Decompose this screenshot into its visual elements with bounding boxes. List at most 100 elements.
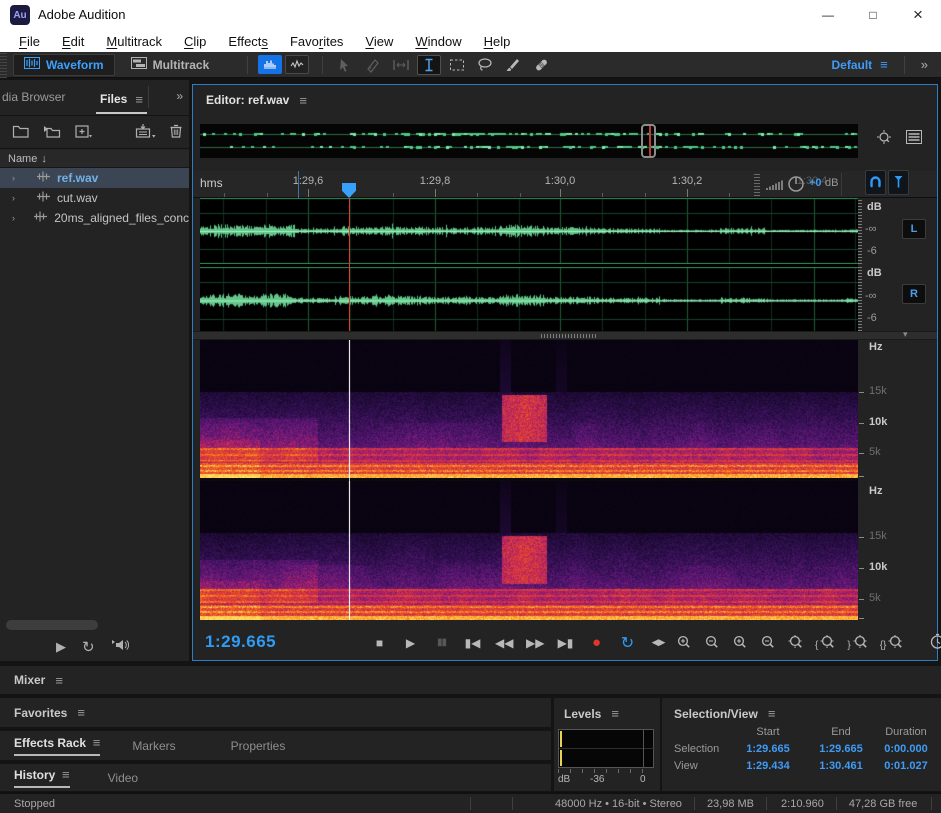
record-button[interactable]: ● (588, 634, 605, 651)
menu-view[interactable]: View (354, 32, 404, 51)
lasso-selection-tool[interactable] (473, 55, 497, 75)
razor-tool[interactable] (361, 55, 385, 75)
history-menu-icon[interactable]: ≡ (62, 767, 70, 782)
spectrogram-right-canvas[interactable] (200, 481, 858, 620)
file-row-20ms_aligned_files_conc[interactable]: › 20ms_aligned_files_conc (0, 208, 189, 228)
preview-play-button[interactable]: ▶ (56, 639, 66, 655)
selection-start-value[interactable]: 1:29.665 (730, 743, 806, 755)
menu-multitrack[interactable]: Multitrack (95, 32, 173, 51)
editor-menu-icon[interactable]: ≡ (299, 93, 307, 108)
preview-autoplay-button[interactable] (111, 638, 129, 655)
playhead-handle[interactable] (342, 183, 356, 198)
rewind-button[interactable]: ◀◀ (495, 636, 513, 650)
zoom-in-amplitude-button[interactable] (675, 634, 692, 651)
expand-chevron-icon[interactable]: › (12, 173, 20, 183)
delete-icon[interactable] (169, 123, 183, 142)
display-splitter[interactable]: ▾ (193, 329, 937, 340)
selection-duration-value[interactable]: 0:00.000 (876, 743, 936, 755)
move-tool[interactable] (333, 55, 357, 75)
multitrack-view-button[interactable]: Multitrack (121, 54, 220, 76)
zoom-navigate-icon[interactable] (875, 129, 893, 148)
waveform-display[interactable] (200, 198, 858, 334)
files-panel-menu-icon[interactable]: ≡ (135, 92, 143, 107)
effects-rack-menu-icon[interactable]: ≡ (93, 735, 101, 750)
paintbrush-selection-tool[interactable] (501, 55, 525, 75)
zoom-selection-button[interactable]: {} (880, 634, 905, 651)
file-row-ref.wav[interactable]: › ref.wav (0, 168, 189, 188)
zoom-out-amplitude-button[interactable] (703, 634, 720, 651)
zoom-out-time-button[interactable] (759, 634, 776, 651)
transport-clock-button[interactable] (929, 633, 941, 653)
menu-edit[interactable]: Edit (51, 32, 95, 51)
tab-history[interactable]: History ≡ (14, 767, 70, 788)
zoom-in-time-button[interactable] (731, 634, 748, 651)
tab-media-browser[interactable]: dia Browser (2, 90, 65, 104)
view-start-value[interactable]: 1:29.434 (730, 760, 806, 772)
files-name-header[interactable]: Name ↓ (0, 150, 189, 168)
preview-loop-button[interactable]: ↻ (82, 638, 95, 656)
menu-clip[interactable]: Clip (173, 32, 217, 51)
spectral-display[interactable] (200, 340, 858, 620)
marker-button[interactable] (888, 170, 909, 195)
volume-bars-icon[interactable] (765, 179, 783, 194)
go-to-start-button[interactable]: ▮◀ (464, 636, 481, 650)
slip-tool[interactable] (389, 55, 413, 75)
time-selection-tool[interactable] (417, 54, 442, 75)
waveform-right-canvas[interactable] (200, 267, 858, 334)
levels-menu-icon[interactable]: ≡ (611, 706, 619, 721)
open-file-icon[interactable] (12, 124, 31, 142)
play-button[interactable]: ▶ (402, 636, 419, 650)
tab-markers[interactable]: Markers (132, 739, 175, 753)
close-button[interactable]: × (895, 0, 941, 30)
ruler-scrollbar-grip[interactable] (754, 173, 760, 196)
favorites-panel-header[interactable]: Favorites ≡ (0, 698, 551, 729)
menu-effects[interactable]: Effects (217, 32, 279, 51)
gain-value[interactable]: +0 (809, 177, 822, 189)
spectrogram-left-canvas[interactable] (200, 340, 858, 478)
minimize-button[interactable]: — (805, 0, 851, 30)
fast-forward-button[interactable]: ▶▶ (526, 636, 544, 650)
go-to-end-button[interactable]: ▶▮ (557, 636, 574, 650)
toolbar-overflow-chevron[interactable]: » (921, 57, 928, 72)
maximize-button[interactable]: □ (850, 0, 896, 30)
insert-into-multitrack-icon[interactable] (135, 123, 157, 142)
show-spectral-toggle[interactable] (285, 55, 310, 74)
waveform-overview-canvas[interactable] (200, 124, 858, 158)
zoom-out-point-button[interactable]: } (847, 634, 868, 651)
mixer-panel-header[interactable]: Mixer ≡ (0, 666, 941, 696)
timeline-ruler[interactable]: hms 1:29,6 1:29,8 1:30,0 1:30,2 1:30,4 +0 dB (193, 170, 937, 198)
menu-favorites[interactable]: Favorites (279, 32, 354, 51)
marquee-selection-tool[interactable] (445, 55, 469, 75)
file-row-cut.wav[interactable]: › cut.wav (0, 188, 189, 208)
favorites-menu-icon[interactable]: ≡ (77, 705, 85, 720)
current-time-display[interactable]: 1:29.665 (205, 632, 276, 652)
selection-view-menu-icon[interactable]: ≡ (768, 706, 776, 721)
waveform-left-canvas[interactable] (200, 198, 858, 264)
new-container-icon[interactable] (74, 124, 93, 142)
expand-chevron-icon[interactable]: › (12, 193, 20, 203)
files-panel-overflow-chevron[interactable]: » (176, 89, 183, 103)
expand-chevron-icon[interactable]: › (12, 213, 17, 223)
loop-playback-button[interactable]: ↻ (619, 633, 636, 653)
snap-toggle-button[interactable] (865, 170, 886, 195)
menu-window[interactable]: Window (404, 32, 472, 51)
tab-video[interactable]: Video (108, 771, 138, 785)
waveform-view-button[interactable]: Waveform (13, 53, 115, 76)
stop-button[interactable]: ■ (371, 636, 388, 650)
import-file-icon[interactable] (43, 124, 62, 142)
show-waveform-toggle[interactable] (258, 55, 283, 74)
tab-properties[interactable]: Properties (231, 739, 286, 753)
spot-healing-brush-tool[interactable] (529, 55, 553, 75)
menu-file[interactable]: File (8, 32, 51, 51)
workspace-selector[interactable]: Default ≡ (832, 57, 888, 72)
overview-strip[interactable] (200, 124, 858, 158)
view-end-value[interactable]: 1:30.461 (806, 760, 876, 772)
view-duration-value[interactable]: 0:01.027 (876, 760, 936, 772)
mixer-menu-icon[interactable]: ≡ (55, 673, 63, 688)
menu-help[interactable]: Help (473, 32, 522, 51)
pause-button[interactable]: ▮▮ (433, 637, 450, 648)
gain-knob-icon[interactable] (787, 175, 805, 196)
files-hscrollbar[interactable] (6, 620, 98, 630)
zoom-reset-button[interactable] (787, 634, 804, 651)
workspace-menu-icon[interactable]: ≡ (880, 57, 888, 72)
